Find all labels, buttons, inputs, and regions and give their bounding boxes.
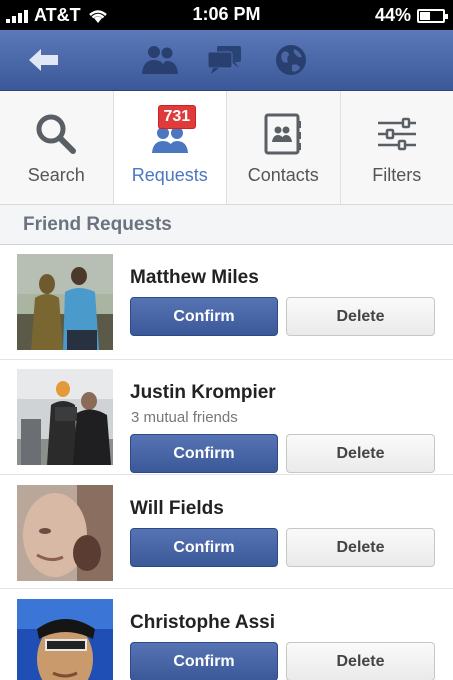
notifications-nav-button[interactable] [271, 43, 311, 77]
tab-search-label: Search [27, 165, 85, 185]
tab-search[interactable]: Search [0, 91, 114, 204]
avatar[interactable] [17, 485, 113, 581]
tab-requests[interactable]: 731 Requests [113, 91, 227, 204]
tab-contacts-label: Contacts [247, 165, 319, 185]
profile-photo [17, 369, 113, 465]
search-icon [36, 114, 77, 154]
friend-request-row: Justin Krompier 3 mutual friends Confirm… [0, 360, 453, 475]
status-bar: AT&T 1:06 PM 44% [0, 0, 453, 30]
requester-name[interactable]: Will Fields [130, 498, 224, 520]
back-arrow-icon [29, 49, 58, 71]
avatar[interactable] [17, 599, 113, 680]
requester-name[interactable]: Matthew Miles [130, 267, 259, 289]
friend-request-row: Will Fields Confirm Delete [0, 475, 453, 589]
friend-requests-header: Friend Requests [0, 205, 453, 245]
confirm-button[interactable]: Confirm [130, 297, 278, 336]
avatar[interactable] [17, 254, 113, 350]
battery-percent: 44% [374, 5, 411, 25]
confirm-button[interactable]: Confirm [130, 642, 278, 680]
mutual-friends-count[interactable]: 3 mutual friends [131, 409, 238, 426]
nav-bar [0, 30, 453, 91]
tab-contacts[interactable]: Contacts [227, 91, 341, 204]
friend-request-row: Christophe Assi Confirm Delete [0, 589, 453, 680]
messages-icon [207, 46, 241, 74]
requests-count-badge: 731 [157, 105, 197, 129]
requests-tab-bar: Search 731 Requests Contacts Filters [0, 91, 453, 205]
tab-requests-label: Requests [131, 165, 208, 185]
confirm-button[interactable]: Confirm [130, 528, 278, 567]
profile-photo [17, 599, 113, 680]
profile-photo [17, 485, 113, 581]
battery-group: 44% [374, 5, 448, 26]
requester-name[interactable]: Justin Krompier [130, 382, 276, 404]
profile-photo [17, 254, 113, 350]
back-button[interactable] [24, 43, 64, 77]
tab-filters-label: Filters [372, 165, 422, 185]
avatar[interactable] [17, 369, 113, 465]
delete-button[interactable]: Delete [286, 434, 435, 473]
friends-icon [142, 46, 178, 74]
tab-filters[interactable]: Filters [341, 91, 453, 204]
confirm-button[interactable]: Confirm [130, 434, 278, 473]
messages-nav-button[interactable] [205, 43, 245, 77]
globe-icon [276, 45, 306, 75]
delete-button[interactable]: Delete [286, 297, 435, 336]
requester-name[interactable]: Christophe Assi [130, 612, 275, 634]
battery-icon [417, 8, 448, 23]
contacts-icon [264, 113, 302, 155]
section-title: Friend Requests [23, 214, 172, 235]
delete-button[interactable]: Delete [286, 528, 435, 567]
friends-nav-button[interactable] [140, 43, 180, 77]
delete-button[interactable]: Delete [286, 642, 435, 680]
friend-requests-list: Matthew Miles Confirm Delete Justin Krom… [0, 245, 453, 680]
filters-icon [377, 117, 416, 151]
friend-request-row: Matthew Miles Confirm Delete [0, 245, 453, 360]
